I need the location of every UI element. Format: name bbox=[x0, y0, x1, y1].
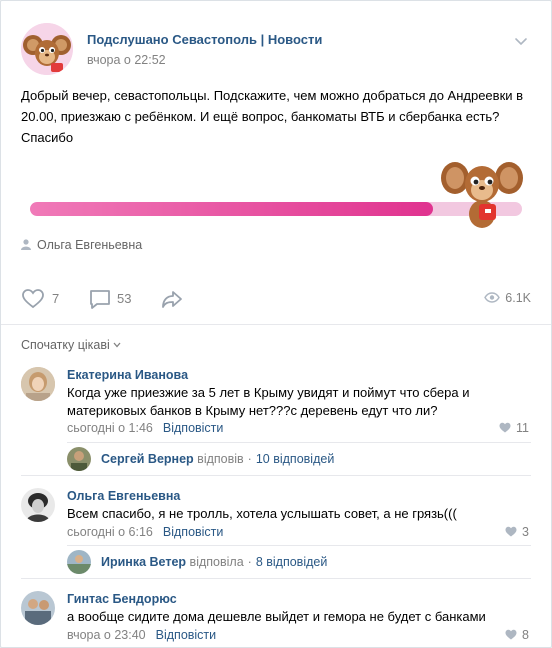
heart-icon bbox=[505, 526, 517, 537]
share-button[interactable] bbox=[160, 287, 186, 311]
divider bbox=[67, 545, 531, 546]
replies-row[interactable]: Иринка Ветер відповіла · 8 відповідей bbox=[67, 550, 531, 576]
comment-meta: сьогодні о 1:46 Відповісти bbox=[67, 421, 223, 435]
replies-summary: Иринка Ветер відповіла · 8 відповідей bbox=[101, 555, 328, 569]
avatar[interactable] bbox=[21, 488, 55, 522]
sort-label: Спочатку цікаві bbox=[21, 338, 110, 352]
replies-row[interactable]: Сергей Вернер відповів · 10 відповідей bbox=[67, 447, 531, 473]
comment-count: 53 bbox=[117, 291, 132, 306]
post-text: Добрый вечер, севастопольцы. Подскажите,… bbox=[21, 88, 524, 145]
reply-count[interactable]: 10 відповідей bbox=[256, 452, 334, 466]
community-name[interactable]: Подслушано Севастополь | Новости bbox=[87, 32, 322, 47]
comment-icon bbox=[90, 290, 110, 309]
divider bbox=[1, 324, 551, 325]
avatar[interactable] bbox=[21, 367, 55, 401]
share-icon bbox=[162, 291, 182, 308]
avatar[interactable] bbox=[67, 447, 91, 471]
views-count: 6.1K bbox=[505, 291, 531, 305]
comment-like-count: 3 bbox=[522, 525, 529, 539]
reply-count[interactable]: 8 відповідей bbox=[256, 555, 328, 569]
avatar[interactable] bbox=[21, 591, 55, 625]
comment-time[interactable]: вчора о 23:40 bbox=[67, 628, 146, 642]
comment-meta: сьогодні о 6:16 Відповісти bbox=[67, 525, 223, 539]
comment-button[interactable]: 53 bbox=[88, 287, 148, 311]
divider bbox=[67, 442, 531, 443]
views-counter: 6.1K bbox=[484, 291, 531, 305]
chevron-down-icon bbox=[113, 342, 121, 348]
post-actions: 7 53 6.1K bbox=[21, 287, 531, 311]
reply-link[interactable]: Відповісти bbox=[163, 421, 224, 435]
post-time[interactable]: вчора о 22:52 bbox=[87, 53, 166, 67]
comment-author[interactable]: Екатерина Иванова bbox=[67, 368, 188, 382]
comment-time[interactable]: сьогодні о 6:16 bbox=[67, 525, 153, 539]
post-card: Подслушано Севастополь | Новости вчора о… bbox=[0, 0, 552, 648]
reply-verb: відповіла bbox=[189, 555, 244, 569]
divider bbox=[21, 578, 531, 579]
comment-like-button[interactable]: 3 bbox=[505, 525, 529, 539]
post-author[interactable]: Ольга Евгеньевна bbox=[21, 238, 142, 252]
reply-link[interactable]: Відповісти bbox=[156, 628, 217, 642]
community-avatar[interactable] bbox=[21, 23, 73, 75]
comment-text: а вообще сидите дома дешевле выйдет и ге… bbox=[67, 609, 486, 624]
reply-link[interactable]: Відповісти bbox=[163, 525, 224, 539]
post-author-name: Ольга Евгеньевна bbox=[37, 238, 143, 252]
progress-fill bbox=[30, 202, 434, 216]
chevron-down-icon[interactable] bbox=[513, 33, 529, 49]
comment-text: Когда уже приезжие за 5 лет в Крыму увид… bbox=[67, 385, 470, 418]
comment-meta: вчора о 23:40 Відповісти bbox=[67, 628, 216, 642]
comment-like-count: 8 bbox=[522, 628, 529, 642]
comment-like-button[interactable]: 11 bbox=[499, 421, 529, 435]
comment-time[interactable]: сьогодні о 1:46 bbox=[67, 421, 153, 435]
comment-sort-dropdown[interactable]: Спочатку цікаві bbox=[21, 338, 121, 352]
replies-summary: Сергей Вернер відповів · 10 відповідей bbox=[101, 452, 335, 466]
like-count: 7 bbox=[52, 291, 60, 306]
reply-author[interactable]: Иринка Ветер bbox=[101, 555, 186, 569]
avatar[interactable] bbox=[67, 550, 91, 574]
eye-icon bbox=[484, 292, 501, 303]
divider bbox=[21, 475, 531, 476]
cheburashka-image bbox=[441, 162, 523, 228]
heart-icon bbox=[505, 629, 517, 640]
heart-icon bbox=[499, 422, 511, 433]
post-header: Подслушано Севастополь | Новости вчора о… bbox=[21, 23, 531, 75]
comment-author[interactable]: Ольга Евгеньевна bbox=[67, 489, 180, 503]
user-icon bbox=[21, 239, 31, 250]
comment-text: Всем спасибо, я не тролль, хотела услыша… bbox=[67, 506, 457, 521]
heart-icon bbox=[22, 289, 44, 309]
comment-like-button[interactable]: 8 bbox=[505, 628, 529, 642]
reply-author[interactable]: Сергей Вернер bbox=[101, 452, 194, 466]
comment-author[interactable]: Гинтас Бендорюс bbox=[67, 592, 177, 606]
comment-like-count: 11 bbox=[516, 421, 529, 435]
reply-verb: відповів bbox=[197, 452, 244, 466]
like-button[interactable]: 7 bbox=[21, 287, 66, 311]
